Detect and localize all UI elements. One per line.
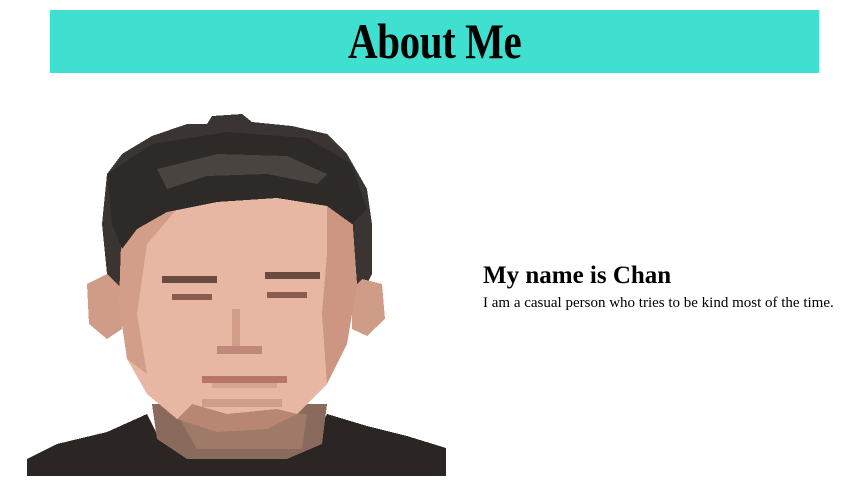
avatar bbox=[27, 114, 446, 476]
pixel-portrait-icon bbox=[27, 114, 446, 476]
profile-heading: My name is Chan bbox=[483, 262, 672, 289]
header-banner: About Me bbox=[50, 10, 819, 73]
page-title: About Me bbox=[347, 13, 522, 69]
profile-section: My name is Chan I am a casual person who… bbox=[483, 261, 852, 313]
profile-description: I am a casual person who tries to be kin… bbox=[483, 295, 834, 311]
